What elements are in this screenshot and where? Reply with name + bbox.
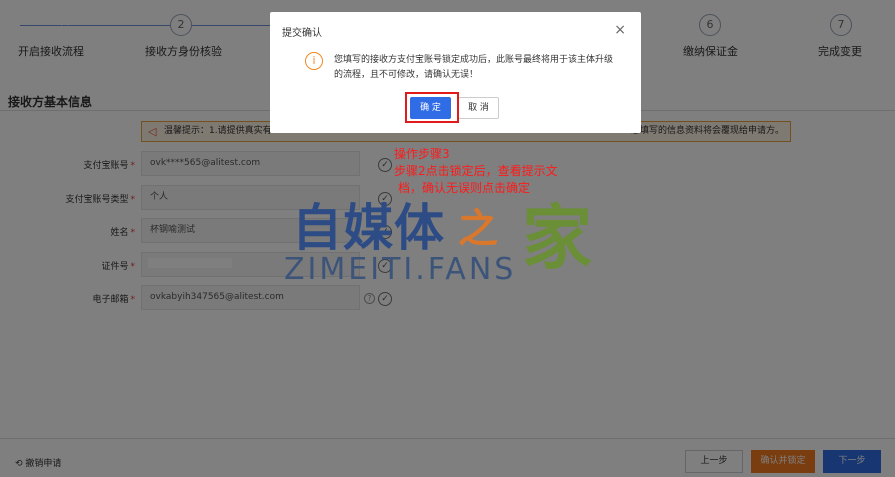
logo-text-bottom: ZIMEITI.FANS xyxy=(284,252,517,287)
logo-text-middle: 之 xyxy=(458,206,498,252)
annotation-line-1: 操作步骤3 xyxy=(394,147,450,161)
zimeiti-logo-watermark: 自媒体 之 家 ZIMEITI.FANS xyxy=(282,188,622,288)
dialog-message: 您填写的接收方支付宝账号锁定成功后，此账号最终将用于该主体升级的流程，且不可修改… xyxy=(334,55,614,80)
annotation-line-2: 步骤2点击锁定后，查看提示文 xyxy=(394,164,558,178)
annotation-highlight-box xyxy=(405,92,459,123)
close-icon[interactable]: × xyxy=(614,22,626,38)
logo-text-top: 自媒体 xyxy=(292,199,445,257)
dialog-title: 提交确认 xyxy=(282,28,322,39)
confirm-cancel-button[interactable]: 取 消 xyxy=(458,97,499,119)
logo-text-right: 家 xyxy=(522,197,592,279)
info-icon: i xyxy=(305,52,323,70)
